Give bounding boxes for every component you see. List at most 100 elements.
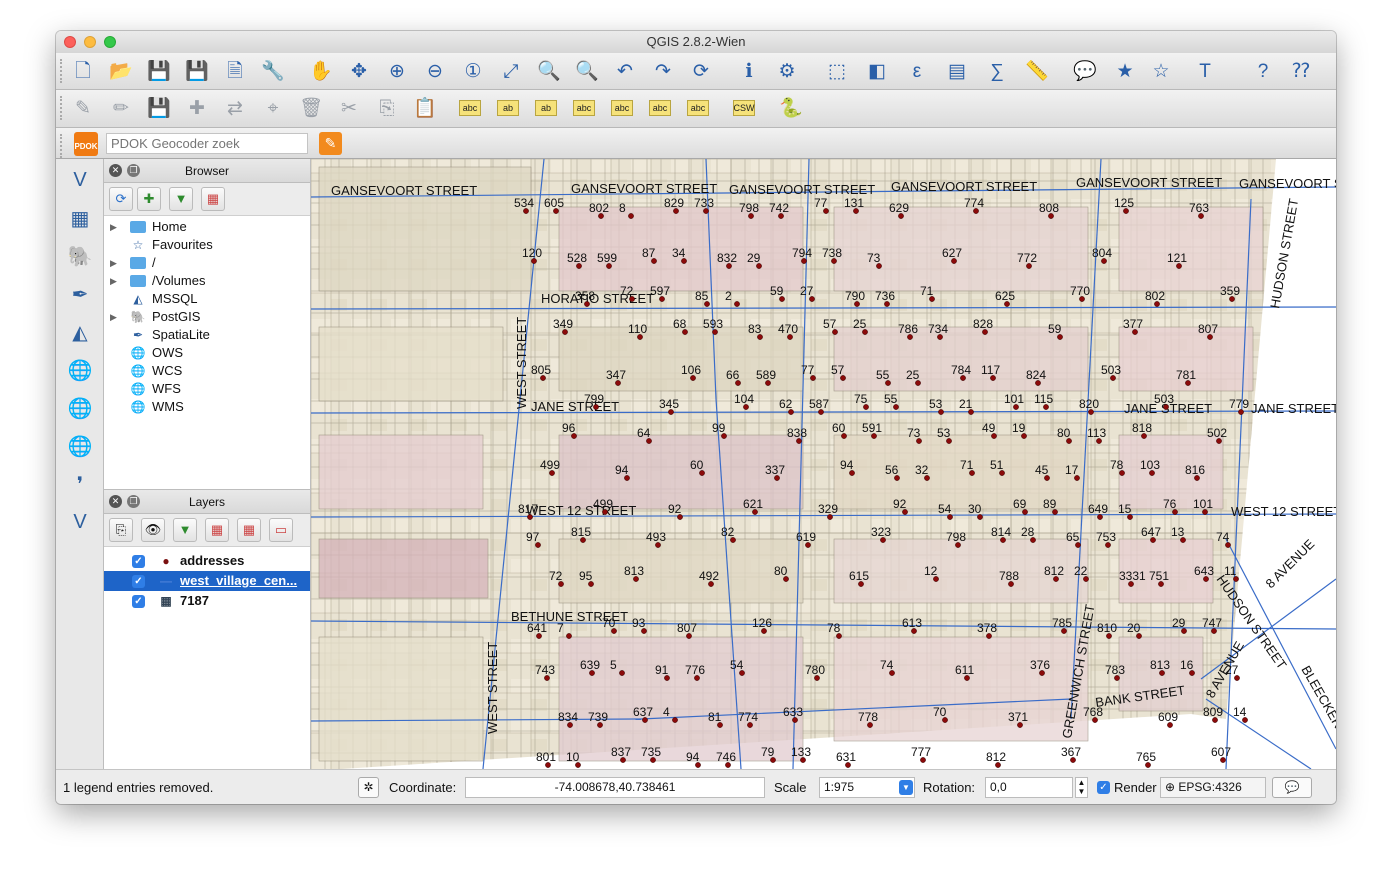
browser-item[interactable]: 🌐 OWS bbox=[104, 344, 310, 362]
coordinate-field[interactable]: -74.008678,40.738461 bbox=[465, 777, 765, 798]
select-features-icon[interactable]: ⬚ bbox=[823, 57, 851, 85]
node-tool-icon[interactable]: ⌖ bbox=[259, 94, 287, 122]
remove-layer-icon[interactable]: ▭ bbox=[269, 518, 293, 542]
pdok-search-button[interactable]: ✎ bbox=[319, 132, 342, 155]
browser-item[interactable]: 🌐 WCS bbox=[104, 362, 310, 380]
open-attribute-table-icon[interactable]: ▤ bbox=[943, 57, 971, 85]
label-show-hide-icon[interactable]: abc bbox=[573, 100, 595, 116]
select-by-expression-icon[interactable]: ε bbox=[903, 57, 931, 85]
whats-this-icon[interactable]: ⁇ bbox=[1287, 57, 1315, 85]
save-layer-edits-icon[interactable]: 💾 bbox=[145, 94, 173, 122]
save-as-icon[interactable]: 💾 bbox=[183, 57, 211, 85]
manage-visibility-icon[interactable]: 👁 bbox=[141, 518, 165, 542]
render-checkbox[interactable]: ✓ bbox=[1097, 781, 1110, 794]
collapse-all-icon[interactable]: ▦ bbox=[201, 187, 225, 211]
scale-combobox[interactable]: 1:975 ▼ bbox=[819, 777, 915, 798]
float-panel-icon[interactable]: ❐ bbox=[127, 495, 140, 508]
add-selected-layers-icon[interactable]: ✚ bbox=[137, 187, 161, 211]
map-canvas[interactable]: GANSEVOORT STREET GANSEVOORT STREET GANSEV… bbox=[311, 159, 1336, 769]
help-contents-icon[interactable]: ? bbox=[1249, 57, 1277, 85]
pdok-geocoder-input[interactable] bbox=[106, 133, 308, 154]
add-delimited-text-icon[interactable]: ❜ bbox=[65, 469, 95, 499]
zoom-to-layer-icon[interactable]: 🔍 bbox=[573, 57, 601, 85]
expand-arrow-icon[interactable]: ▶ bbox=[110, 308, 117, 326]
label-highlight-icon[interactable]: ab bbox=[535, 100, 557, 116]
deselect-features-icon[interactable]: ◧ bbox=[863, 57, 891, 85]
browser-item[interactable]: ▶ Home bbox=[104, 218, 310, 236]
refresh-icon[interactable]: ⟳ bbox=[687, 57, 715, 85]
identify-icon[interactable]: ℹ bbox=[735, 57, 763, 85]
cut-features-icon[interactable]: ✂ bbox=[335, 94, 363, 122]
toggle-editing-icon[interactable]: ✏ bbox=[107, 94, 135, 122]
add-wms-layer-icon[interactable]: 🌐 bbox=[65, 355, 95, 385]
layer-visibility-checkbox[interactable]: ✓ bbox=[132, 575, 145, 588]
new-project-icon[interactable]: 🗋 bbox=[69, 57, 97, 85]
layer-visibility-checkbox[interactable]: ✓ bbox=[132, 595, 145, 608]
messages-icon[interactable]: 💬 bbox=[1272, 777, 1312, 798]
close-window-button[interactable] bbox=[64, 36, 76, 48]
add-wcs-layer-icon[interactable]: 🌐 bbox=[65, 393, 95, 423]
rotation-field[interactable]: 0,0 bbox=[985, 777, 1073, 798]
filter-icon[interactable]: ▼ bbox=[169, 187, 193, 211]
layer-item[interactable]: ✓ — west_village_cen... bbox=[104, 571, 310, 591]
map-tips-icon[interactable]: 💬 bbox=[1071, 57, 1099, 85]
current-edits-icon[interactable]: ✎ bbox=[69, 94, 97, 122]
add-spatialite-layer-icon[interactable]: ✒ bbox=[65, 279, 95, 309]
rotation-spinner[interactable]: ▲ ▼ bbox=[1075, 777, 1088, 798]
browser-item[interactable]: ☆ Favourites bbox=[104, 236, 310, 254]
label-layer-icon[interactable]: abc bbox=[459, 100, 481, 116]
browser-item[interactable]: 🌐 WFS bbox=[104, 380, 310, 398]
toolbar-grip[interactable] bbox=[60, 134, 64, 158]
pan-map-icon[interactable]: ✋ bbox=[307, 57, 335, 85]
csw-icon[interactable]: CSW bbox=[733, 100, 755, 116]
browser-item[interactable]: ▶ /Volumes bbox=[104, 272, 310, 290]
save-project-icon[interactable]: 💾 bbox=[145, 57, 173, 85]
refresh-icon[interactable]: ⟳ bbox=[109, 187, 133, 211]
zoom-out-icon[interactable]: ⊖ bbox=[421, 57, 449, 85]
text-annotation-icon[interactable]: T bbox=[1191, 57, 1219, 85]
zoom-last-icon[interactable]: ↶ bbox=[611, 57, 639, 85]
expand-arrow-icon[interactable]: ▶ bbox=[110, 218, 117, 236]
pan-to-selection-icon[interactable]: ✥ bbox=[345, 57, 373, 85]
show-bookmarks-icon[interactable]: ☆ bbox=[1147, 57, 1175, 85]
maximize-window-button[interactable] bbox=[104, 36, 116, 48]
open-project-icon[interactable]: 📂 bbox=[107, 57, 135, 85]
collapse-all-icon[interactable]: ▦ bbox=[237, 518, 261, 542]
copy-features-icon[interactable]: ⎘ bbox=[373, 94, 401, 122]
expand-arrow-icon[interactable]: ▶ bbox=[110, 254, 117, 272]
zoom-native-icon[interactable]: ① bbox=[459, 57, 487, 85]
browser-item[interactable]: ▶ 🐘 PostGIS bbox=[104, 308, 310, 326]
new-bookmark-icon[interactable]: ★ bbox=[1111, 57, 1139, 85]
browser-item[interactable]: 🌐 WMS bbox=[104, 398, 310, 416]
layer-item[interactable]: ✓ ● addresses bbox=[104, 551, 310, 571]
browser-item[interactable]: ▶ / bbox=[104, 254, 310, 272]
close-panel-icon[interactable]: ✕ bbox=[109, 495, 122, 508]
label-change-icon[interactable]: abc bbox=[687, 100, 709, 116]
expand-all-icon[interactable]: ▦ bbox=[205, 518, 229, 542]
pdok-icon[interactable]: PDOK bbox=[74, 132, 98, 156]
add-mssql-layer-icon[interactable]: ◭ bbox=[65, 317, 95, 347]
composer-manager-icon[interactable]: 🔧 bbox=[259, 57, 287, 85]
browser-item[interactable]: ✒ SpatiaLite bbox=[104, 326, 310, 344]
close-panel-icon[interactable]: ✕ bbox=[109, 164, 122, 177]
measure-line-icon[interactable]: 📏 bbox=[1023, 57, 1051, 85]
paste-features-icon[interactable]: 📋 bbox=[411, 94, 439, 122]
layer-item[interactable]: ✓ ▦ 7187 bbox=[104, 591, 310, 611]
toolbar-grip[interactable] bbox=[60, 59, 64, 83]
toolbar-grip[interactable] bbox=[60, 96, 64, 120]
label-pin-icon[interactable]: ab bbox=[497, 100, 519, 116]
delete-selected-icon[interactable]: 🗑 bbox=[297, 94, 325, 122]
new-print-composer-icon[interactable]: 🗎 bbox=[221, 57, 249, 85]
minimize-window-button[interactable] bbox=[84, 36, 96, 48]
zoom-to-selection-icon[interactable]: 🔍 bbox=[535, 57, 563, 85]
zoom-next-icon[interactable]: ↷ bbox=[649, 57, 677, 85]
add-vector-layer-icon[interactable]: V bbox=[65, 165, 95, 195]
zoom-full-icon[interactable]: ⤢ bbox=[497, 57, 525, 85]
python-console-icon[interactable]: 🐍 bbox=[777, 94, 805, 122]
statistical-summary-icon[interactable]: ∑ bbox=[983, 57, 1011, 85]
new-shapefile-icon[interactable]: V bbox=[65, 507, 95, 537]
expand-arrow-icon[interactable]: ▶ bbox=[110, 272, 117, 290]
float-panel-icon[interactable]: ❐ bbox=[127, 164, 140, 177]
open-layer-styling-icon[interactable]: ⎘ bbox=[109, 518, 133, 542]
add-wfs-layer-icon[interactable]: 🌐 bbox=[65, 431, 95, 461]
